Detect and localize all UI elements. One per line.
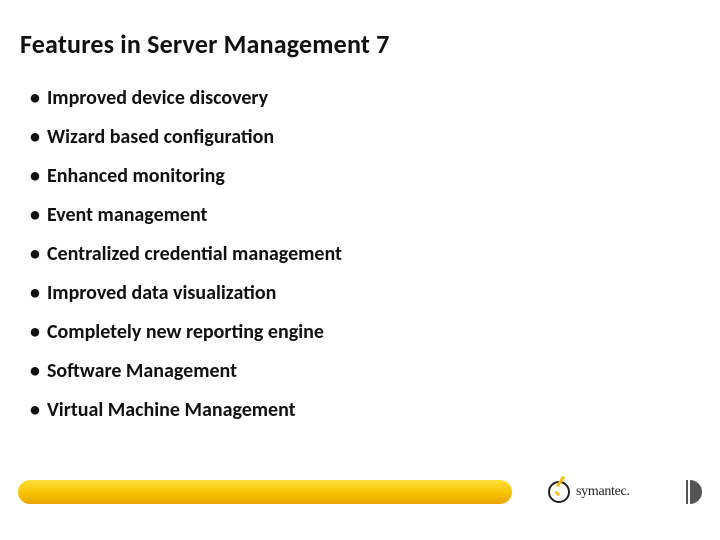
bullet-icon: •: [30, 281, 40, 306]
bullet-list: • Improved device discovery • Wizard bas…: [30, 86, 680, 437]
bullet-icon: •: [30, 398, 40, 423]
bullet-icon: •: [30, 359, 40, 384]
bullet-text: Centralized credential management: [47, 242, 342, 267]
bullet-text: Improved data visualization: [47, 281, 276, 306]
symantec-check-icon: [548, 481, 570, 503]
bullet-icon: •: [30, 320, 40, 345]
bullet-text: Event management: [47, 203, 208, 228]
bullet-text: Software Management: [47, 359, 237, 384]
bullet-text: Virtual Machine Management: [47, 398, 296, 423]
list-item: • Event management: [30, 203, 680, 228]
slide: Features in Server Management 7 • Improv…: [0, 0, 720, 540]
bullet-icon: •: [30, 125, 40, 150]
footer-end-cap: [690, 480, 702, 504]
brand-name: symantec.: [576, 484, 630, 500]
bullet-text: Enhanced monitoring: [47, 164, 225, 189]
bullet-icon: •: [30, 164, 40, 189]
bullet-icon: •: [30, 203, 40, 228]
bullet-text: Completely new reporting engine: [47, 320, 324, 345]
list-item: • Centralized credential management: [30, 242, 680, 267]
bullet-icon: •: [30, 86, 40, 111]
bullet-text: Wizard based configuration: [47, 125, 274, 150]
footer-accent-bar: [18, 480, 512, 504]
footer-divider: [686, 480, 688, 504]
list-item: • Wizard based configuration: [30, 125, 680, 150]
list-item: • Improved device discovery: [30, 86, 680, 111]
list-item: • Improved data visualization: [30, 281, 680, 306]
bullet-icon: •: [30, 242, 40, 267]
list-item: • Software Management: [30, 359, 680, 384]
brand-logo: symantec.: [548, 480, 678, 504]
list-item: • Virtual Machine Management: [30, 398, 680, 423]
list-item: • Completely new reporting engine: [30, 320, 680, 345]
list-item: • Enhanced monitoring: [30, 164, 680, 189]
slide-title: Features in Server Management 7: [20, 28, 390, 60]
bullet-text: Improved device discovery: [47, 86, 268, 111]
